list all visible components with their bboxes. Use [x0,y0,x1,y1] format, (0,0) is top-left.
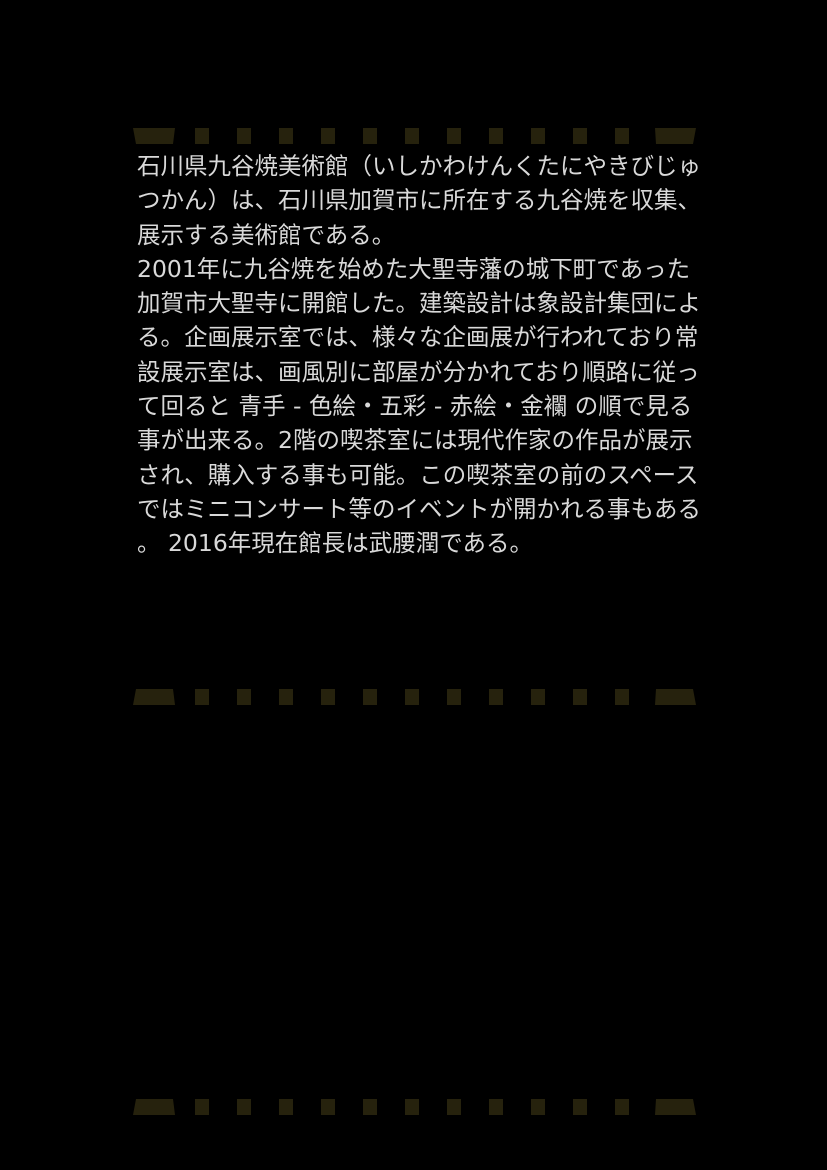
decorative-divider-bottom [133,1099,696,1115]
dashed-divider-graphic [133,1099,696,1115]
article-paragraph-intro: 石川県九谷焼美術館（いしかわけんくたにやきびじゅつかん）は、石川県加賀市に所在す… [137,152,701,249]
dashed-divider-graphic [133,128,696,144]
article-paragraph-history: 2001年に九谷焼を始めた大聖寺藩の城下町であった加賀市大聖寺に開館した。建築設… [137,254,701,558]
dashed-divider-graphic [133,689,696,705]
article-text: 石川県九谷焼美術館（いしかわけんくたにやきびじゅつかん）は、石川県加賀市に所在す… [137,149,712,561]
decorative-divider-middle [133,689,696,705]
decorative-divider-top [133,128,696,144]
